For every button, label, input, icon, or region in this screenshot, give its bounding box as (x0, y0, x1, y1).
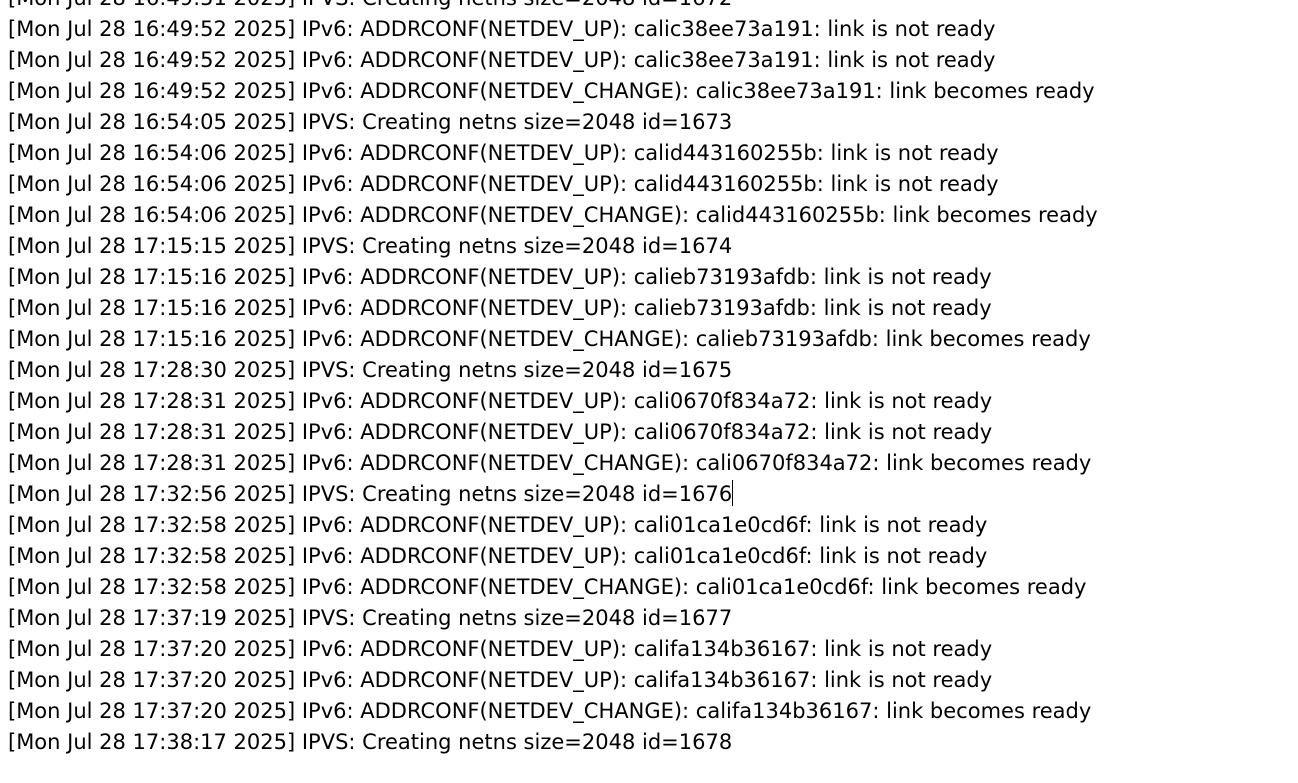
log-line-text: [Mon Jul 28 17:32:56 2025] IPVS: Creatin… (8, 482, 733, 506)
log-line-text: [Mon Jul 28 17:32:58 2025] IPv6: ADDRCON… (8, 513, 988, 537)
log-line-text: [Mon Jul 28 17:15:16 2025] IPv6: ADDRCON… (8, 296, 992, 320)
log-line: [Mon Jul 28 17:37:20 2025] IPv6: ADDRCON… (0, 696, 1298, 727)
log-line: [Mon Jul 28 17:28:31 2025] IPv6: ADDRCON… (0, 386, 1298, 417)
log-line: [Mon Jul 28 16:49:52 2025] IPv6: ADDRCON… (0, 45, 1298, 76)
log-line-text: [Mon Jul 28 17:28:31 2025] IPv6: ADDRCON… (8, 451, 1092, 475)
log-line: [Mon Jul 28 17:15:16 2025] IPv6: ADDRCON… (0, 262, 1298, 293)
log-line-text: [Mon Jul 28 16:49:52 2025] IPv6: ADDRCON… (8, 48, 996, 72)
log-line: [Mon Jul 28 16:54:06 2025] IPv6: ADDRCON… (0, 169, 1298, 200)
log-line-text: [Mon Jul 28 17:38:17 2025] IPVS: Creatin… (8, 730, 733, 754)
text-caret (732, 480, 734, 506)
log-line-text: [Mon Jul 28 17:15:16 2025] IPv6: ADDRCON… (8, 327, 1091, 351)
log-line: [Mon Jul 28 17:37:20 2025] IPv6: ADDRCON… (0, 634, 1298, 665)
log-line-text: [Mon Jul 28 17:28:31 2025] IPv6: ADDRCON… (8, 389, 993, 413)
log-line: [Mon Jul 28 17:15:15 2025] IPVS: Creatin… (0, 231, 1298, 262)
log-line-text: [Mon Jul 28 17:37:20 2025] IPv6: ADDRCON… (8, 699, 1092, 723)
log-line-text: [Mon Jul 28 17:37:19 2025] IPVS: Creatin… (8, 606, 733, 630)
log-line: [Mon Jul 28 17:28:31 2025] IPv6: ADDRCON… (0, 417, 1298, 448)
log-line-text: [Mon Jul 28 17:37:20 2025] IPv6: ADDRCON… (8, 637, 993, 661)
log-line-text: [Mon Jul 28 16:54:06 2025] IPv6: ADDRCON… (8, 172, 999, 196)
log-line-text: [Mon Jul 28 16:49:51 2025] IPVS: Creatin… (8, 0, 732, 10)
log-line: [Mon Jul 28 17:15:16 2025] IPv6: ADDRCON… (0, 324, 1298, 355)
log-line: [Mon Jul 28 16:49:52 2025] IPv6: ADDRCON… (0, 76, 1298, 107)
log-line-text: [Mon Jul 28 17:37:20 2025] IPv6: ADDRCON… (8, 668, 993, 692)
log-line-text: [Mon Jul 28 17:28:31 2025] IPv6: ADDRCON… (8, 420, 993, 444)
log-line: [Mon Jul 28 16:49:51 2025] IPVS: Creatin… (0, 0, 1298, 14)
log-line: [Mon Jul 28 17:32:56 2025] IPVS: Creatin… (0, 479, 1298, 510)
log-line: [Mon Jul 28 16:54:06 2025] IPv6: ADDRCON… (0, 138, 1298, 169)
log-line-text: [Mon Jul 28 16:49:52 2025] IPv6: ADDRCON… (8, 79, 1095, 103)
log-line: [Mon Jul 28 17:15:16 2025] IPv6: ADDRCON… (0, 293, 1298, 324)
log-line: [Mon Jul 28 17:28:30 2025] IPVS: Creatin… (0, 355, 1298, 386)
log-text-area[interactable]: [Mon Jul 28 16:49:51 2025] IPVS: Creatin… (0, 0, 1298, 783)
log-line: [Mon Jul 28 17:37:20 2025] IPv6: ADDRCON… (0, 665, 1298, 696)
log-line-text: [Mon Jul 28 17:28:30 2025] IPVS: Creatin… (8, 358, 733, 382)
log-line-text: [Mon Jul 28 17:15:16 2025] IPv6: ADDRCON… (8, 265, 992, 289)
log-line-text: [Mon Jul 28 16:49:52 2025] IPv6: ADDRCON… (8, 17, 996, 41)
log-line: [Mon Jul 28 17:37:19 2025] IPVS: Creatin… (0, 603, 1298, 634)
log-line-text: [Mon Jul 28 17:32:58 2025] IPv6: ADDRCON… (8, 544, 988, 568)
log-line: [Mon Jul 28 16:54:06 2025] IPv6: ADDRCON… (0, 200, 1298, 231)
log-line-text: [Mon Jul 28 16:54:05 2025] IPVS: Creatin… (8, 110, 733, 134)
log-line: [Mon Jul 28 17:28:31 2025] IPv6: ADDRCON… (0, 448, 1298, 479)
log-line: [Mon Jul 28 16:49:52 2025] IPv6: ADDRCON… (0, 14, 1298, 45)
log-line: [Mon Jul 28 17:32:58 2025] IPv6: ADDRCON… (0, 510, 1298, 541)
log-line: [Mon Jul 28 16:54:05 2025] IPVS: Creatin… (0, 107, 1298, 138)
log-line: [Mon Jul 28 17:32:58 2025] IPv6: ADDRCON… (0, 572, 1298, 603)
log-line-text: [Mon Jul 28 17:15:15 2025] IPVS: Creatin… (8, 234, 733, 258)
log-line-text: [Mon Jul 28 16:54:06 2025] IPv6: ADDRCON… (8, 203, 1098, 227)
log-line-text: [Mon Jul 28 17:32:58 2025] IPv6: ADDRCON… (8, 575, 1087, 599)
log-line: [Mon Jul 28 17:38:17 2025] IPVS: Creatin… (0, 727, 1298, 758)
log-line: [Mon Jul 28 17:32:58 2025] IPv6: ADDRCON… (0, 541, 1298, 572)
log-line-text: [Mon Jul 28 16:54:06 2025] IPv6: ADDRCON… (8, 141, 999, 165)
